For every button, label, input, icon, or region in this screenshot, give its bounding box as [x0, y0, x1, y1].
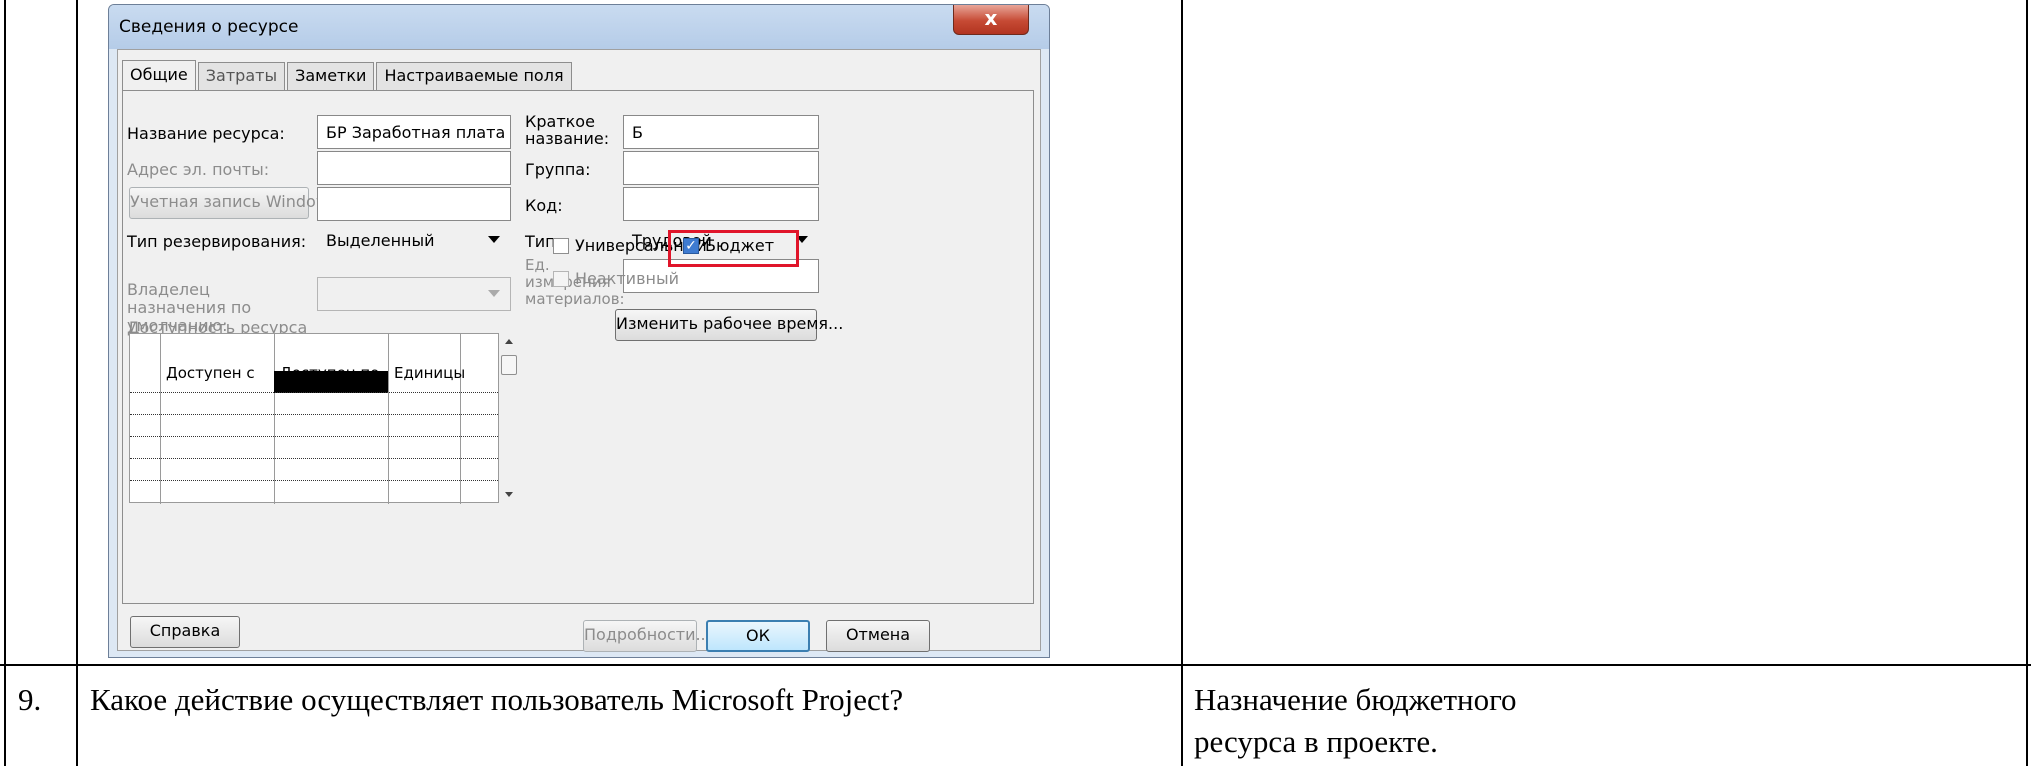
answer-line-2: ресурса в проекте. [1194, 724, 1438, 759]
grid-col-divider [274, 334, 275, 504]
close-icon: x [984, 6, 998, 30]
table-row[interactable] [130, 392, 500, 393]
booking-type-select[interactable]: Выделенный [317, 223, 511, 257]
resource-name-label: Название ресурса: [127, 124, 285, 143]
availability-grid[interactable]: Доступен с Доступен по Единицы [129, 333, 500, 504]
windows-account-field[interactable] [317, 187, 511, 221]
table-row[interactable] [130, 414, 500, 415]
group-label: Группа: [525, 160, 591, 179]
grid-col-divider [460, 334, 461, 504]
grid-header-available-from: Доступен с [166, 364, 255, 382]
table-border-right [2026, 0, 2028, 766]
tab-strip: Общие Затраты Заметки Настраиваемые поля [122, 60, 574, 90]
tab-costs[interactable]: Затраты [197, 62, 286, 90]
table-row-divider [0, 664, 2031, 666]
close-button[interactable]: x [953, 5, 1029, 35]
tab-custom-fields[interactable]: Настраиваемые поля [376, 62, 572, 90]
grid-selected-cell[interactable] [274, 371, 388, 393]
row-number: 9. [18, 682, 42, 717]
budget-checkbox[interactable]: ✓ [683, 238, 699, 254]
group-field[interactable] [623, 151, 819, 185]
resource-name-field[interactable]: БР Заработная плата ИТР [317, 115, 511, 149]
short-name-label: Краткое название: [525, 112, 610, 148]
chevron-down-icon [488, 236, 500, 243]
booking-type-label: Тип резервирования: [127, 232, 307, 251]
dialog-client-area: Общие Затраты Заметки Настраиваемые поля… [117, 49, 1041, 652]
tab-general[interactable]: Общие [122, 60, 196, 90]
short-name-field[interactable]: Б [623, 115, 819, 149]
code-label: Код: [525, 196, 563, 215]
scroll-down-icon[interactable] [505, 492, 513, 497]
dialog-titlebar: Сведения о ресурсе x [109, 5, 1049, 49]
ok-button[interactable]: ОК [706, 620, 810, 652]
answer-line-1: Назначение бюджетного [1194, 682, 1517, 717]
table-border-left [4, 0, 6, 766]
booking-type-value: Выделенный [326, 231, 435, 250]
change-working-time-button[interactable]: Изменить рабочее время... [615, 309, 843, 341]
help-button[interactable]: Справка [130, 616, 240, 648]
general-tab-panel: Название ресурса: БР Заработная плата ИТ… [122, 90, 1034, 604]
table-row[interactable] [130, 458, 500, 459]
grid-col-divider [160, 334, 161, 504]
email-label: Адрес эл. почты: [127, 160, 270, 179]
budget-checkbox-label: Бюджет [705, 236, 775, 255]
tab-notes[interactable]: Заметки [287, 62, 375, 90]
inactive-checkbox-label: Неактивный [575, 269, 679, 288]
default-owner-select[interactable] [317, 277, 511, 311]
grid-col-divider [388, 334, 389, 504]
scroll-up-icon[interactable] [505, 339, 513, 344]
table-row[interactable] [130, 436, 500, 437]
code-field[interactable] [623, 187, 819, 221]
grid-header-units: Единицы [394, 364, 466, 382]
inactive-checkbox[interactable] [553, 271, 569, 287]
cancel-button[interactable]: Отмена [826, 620, 930, 652]
chevron-down-icon [488, 290, 500, 297]
windows-account-button[interactable]: Учетная запись Windows... [129, 187, 353, 219]
table-row[interactable] [130, 480, 500, 481]
scroll-thumb[interactable] [501, 355, 517, 375]
table-border-col2 [1181, 0, 1183, 766]
generic-checkbox[interactable] [553, 238, 569, 254]
details-button[interactable]: Подробности... [583, 620, 711, 652]
dialog-title: Сведения о ресурсе [119, 17, 299, 37]
email-field[interactable] [317, 151, 511, 185]
grid-scrollbar[interactable] [499, 333, 519, 503]
table-border-col1 [76, 0, 78, 766]
question-text: Какое действие осуществляет пользователь… [90, 682, 904, 717]
resource-info-dialog: Сведения о ресурсе x Общие Затраты Замет… [108, 4, 1050, 658]
